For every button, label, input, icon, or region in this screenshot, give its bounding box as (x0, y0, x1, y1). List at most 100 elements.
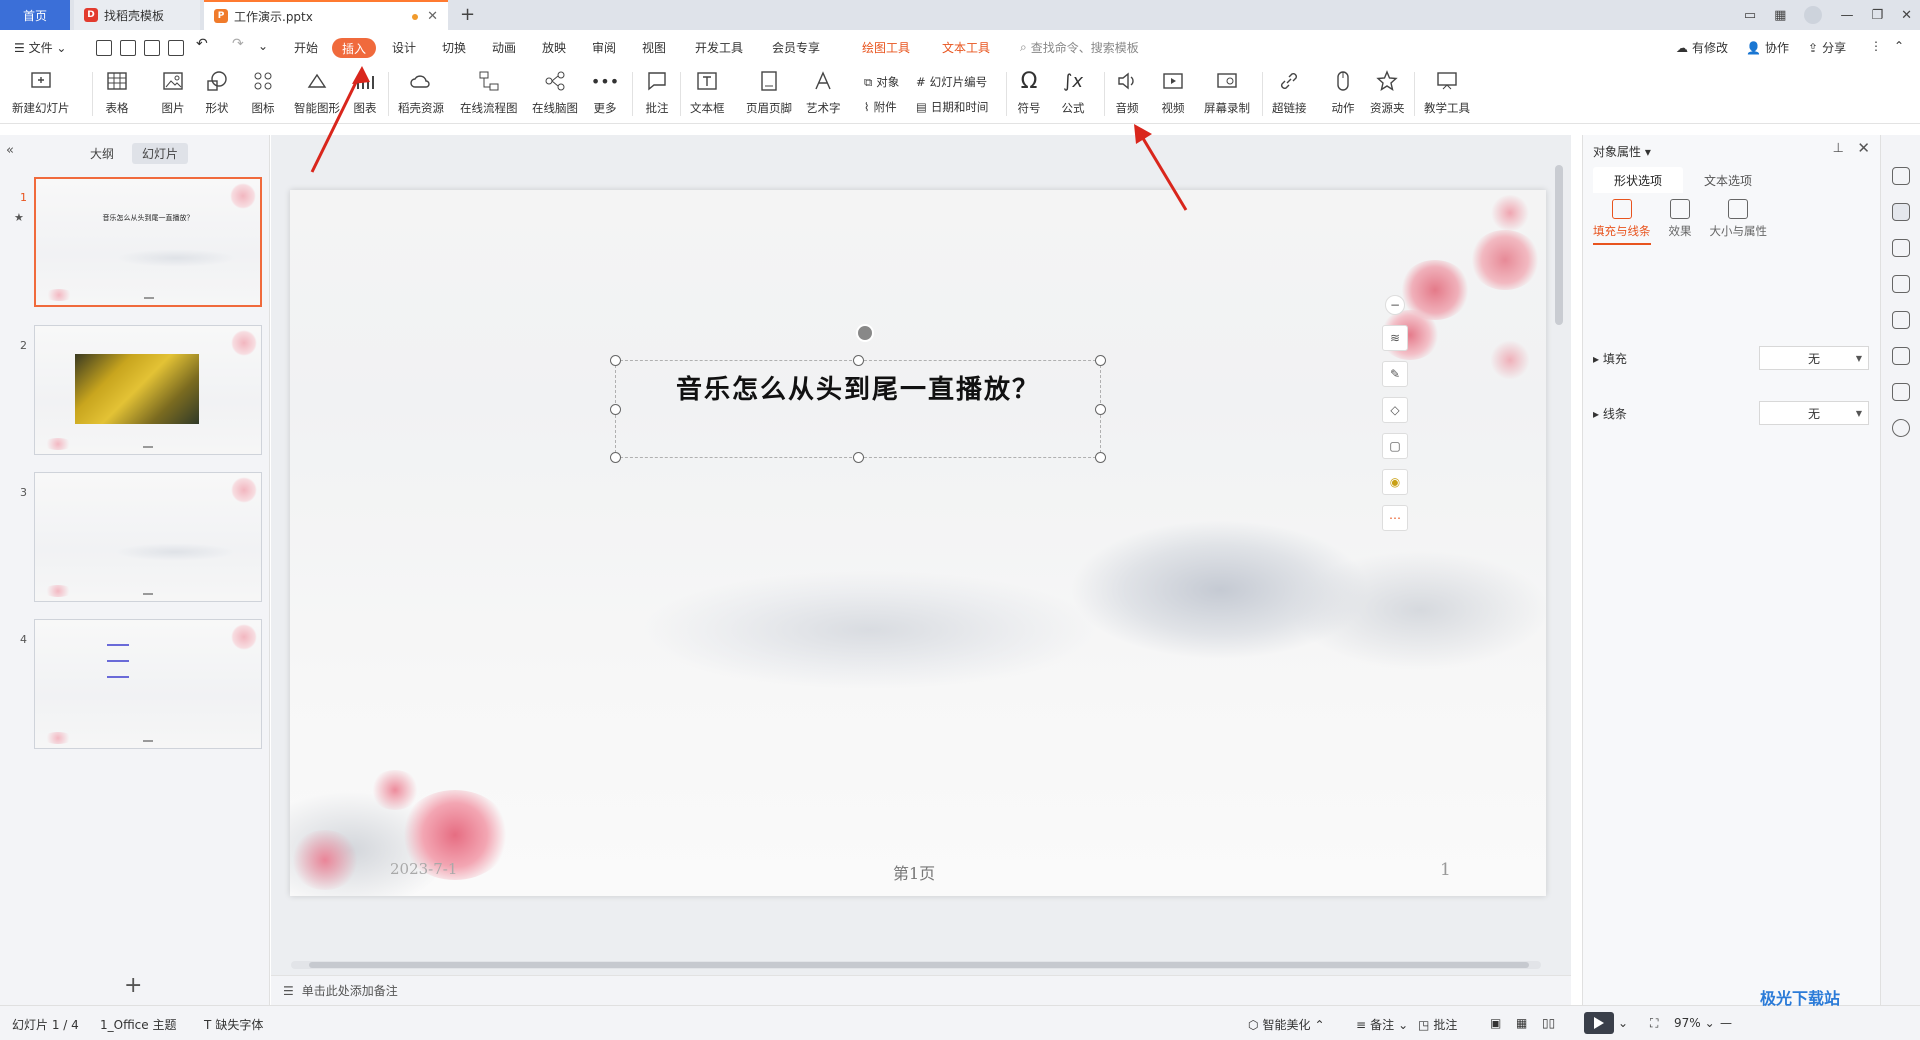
vertical-scroll-thumb[interactable] (1555, 165, 1563, 325)
apps-grid-icon[interactable]: ▦ (1774, 8, 1786, 23)
pin-icon[interactable]: ⊥ (1833, 141, 1844, 156)
normal-view-icon[interactable]: ▣ (1490, 1016, 1501, 1030)
mindmap-button[interactable]: 在线脑图 (532, 68, 578, 116)
wordart-button[interactable]: 艺术字 (806, 68, 841, 116)
command-search[interactable]: ⌕ 查找命令、搜索模板 (1020, 39, 1139, 56)
horizontal-scroll-thumb[interactable] (309, 962, 1529, 968)
textbox-button[interactable]: 文本框 (690, 68, 725, 116)
changes-button[interactable]: ☁ 有修改 (1676, 39, 1728, 56)
new-tab-button[interactable]: + (460, 4, 475, 25)
export-icon[interactable] (120, 40, 136, 56)
icon-library-button[interactable]: 图标 (250, 68, 276, 116)
menu-review[interactable]: 审阅 (592, 39, 616, 56)
collapse-panel-icon[interactable]: « (6, 143, 14, 158)
close-panel-icon[interactable]: ✕ (1857, 139, 1870, 157)
slide-number-button[interactable]: # 幻灯片编号 (916, 74, 987, 90)
slide-1[interactable]: 音乐怎么从头到尾一直播放？ 2023-7-1 第1页 1 (290, 190, 1546, 896)
fill-expander[interactable]: ▸ 填充 (1593, 350, 1627, 367)
help-icon[interactable] (1892, 419, 1910, 437)
rotate-handle[interactable] (856, 324, 874, 342)
menu-design[interactable]: 设计 (392, 39, 416, 56)
line-expander[interactable]: ▸ 线条 (1593, 405, 1627, 422)
menu-slideshow[interactable]: 放映 (542, 39, 566, 56)
sorter-view-icon[interactable]: ▦ (1516, 1016, 1527, 1030)
play-options-icon[interactable]: ⌄ (1618, 1016, 1628, 1030)
resource-folder-button[interactable]: 资源夹 (1370, 68, 1405, 116)
flowchart-button[interactable]: 在线流程图 (460, 68, 518, 116)
fill-select[interactable]: 无 ▼ (1759, 346, 1869, 370)
new-slide-button[interactable]: 新建幻灯片 (12, 68, 70, 116)
collapse-toolbar-icon[interactable]: − (1385, 295, 1405, 315)
slide-thumbnail-1[interactable]: 音乐怎么从头到尾一直播放？ (34, 177, 262, 307)
menu-drawing-tools[interactable]: 绘图工具 (862, 39, 910, 56)
slide-date[interactable]: 2023-7-1 (390, 860, 457, 878)
formula-button[interactable]: ∫x 公式 (1060, 68, 1086, 116)
slide-thumbnail-4[interactable] (34, 619, 262, 749)
zoom-out-icon[interactable]: — (1720, 1016, 1732, 1030)
smart-beautify-button[interactable]: ⬡ 智能美化 ⌃ (1248, 1016, 1325, 1033)
location-icon[interactable] (1892, 347, 1910, 365)
object-button[interactable]: ⧉ 对象 (864, 74, 899, 90)
attachment-button[interactable]: ⌇ 附件 (864, 99, 897, 115)
resize-handle[interactable] (1095, 452, 1106, 463)
redo-icon[interactable]: ↷ (232, 36, 244, 52)
tab-home[interactable]: 首页 (0, 0, 70, 30)
collab-button[interactable]: 👤 协作 (1746, 39, 1789, 56)
line-select[interactable]: 无 ▼ (1759, 401, 1869, 425)
minimize-icon[interactable]: — (1840, 8, 1853, 23)
screen-record-button[interactable]: 屏幕录制 (1204, 68, 1250, 116)
slide-number-text[interactable]: 1 (1440, 860, 1451, 880)
shape-button[interactable]: 形状 (204, 68, 230, 116)
menu-start[interactable]: 开始 (294, 39, 318, 56)
fit-window-icon[interactable]: ⛶ (1650, 1016, 1658, 1031)
tab-template[interactable]: D 找稻壳模板 (74, 0, 200, 30)
resize-handle[interactable] (853, 355, 864, 366)
subtab-fill-line[interactable]: 填充与线条 (1593, 199, 1651, 245)
more-options-icon[interactable]: ⋯ (1382, 505, 1408, 531)
tab-outline[interactable]: 大纲 (80, 143, 124, 164)
more-button[interactable]: ••• 更多 (591, 68, 619, 116)
tab-slides[interactable]: 幻灯片 (132, 143, 189, 164)
audio-button[interactable]: 音频 (1114, 68, 1140, 116)
rocket-icon[interactable] (1892, 167, 1910, 185)
slide-title[interactable]: 音乐怎么从头到尾一直播放？ (616, 369, 1100, 406)
resize-handle[interactable] (1095, 355, 1106, 366)
play-slideshow-button[interactable] (1584, 1012, 1614, 1034)
menu-view[interactable]: 视图 (642, 39, 666, 56)
menu-member[interactable]: 会员专享 (772, 39, 820, 56)
undo-icon[interactable]: ↶ (196, 36, 208, 52)
title-textbox[interactable]: 音乐怎么从头到尾一直播放？ (610, 355, 1106, 463)
hyperlink-button[interactable]: 超链接 (1272, 68, 1307, 116)
horizontal-scrollbar[interactable] (291, 961, 1541, 969)
layout-icon[interactable]: ▭ (1744, 8, 1756, 23)
resize-handle[interactable] (1095, 404, 1106, 415)
resize-handle[interactable] (610, 355, 621, 366)
teaching-tools-button[interactable]: 教学工具 (1424, 68, 1470, 116)
panel-title-dropdown[interactable]: 对象属性 ▾ (1593, 143, 1651, 160)
customize-quick-access-icon[interactable]: ⌄ (258, 39, 268, 53)
picture-button[interactable]: 图片 (160, 68, 186, 116)
restore-icon[interactable]: ❐ (1871, 8, 1883, 23)
missing-font-button[interactable]: T 缺失字体 (204, 1016, 263, 1033)
subtab-effects[interactable]: 效果 (1669, 199, 1692, 245)
print-preview-icon[interactable] (168, 40, 184, 56)
pen-icon[interactable]: ✎ (1382, 361, 1408, 387)
save-icon[interactable] (96, 40, 112, 56)
close-window-icon[interactable]: ✕ (1901, 8, 1912, 23)
slide-thumbnail-3[interactable] (34, 472, 262, 602)
book-icon[interactable] (1892, 383, 1910, 401)
table-button[interactable]: 表格 (104, 68, 130, 116)
avatar[interactable] (1804, 6, 1823, 24)
slide-page-label[interactable]: 第1页 (893, 860, 935, 884)
fill-bucket-icon[interactable]: ◇ (1382, 397, 1408, 423)
transition-icon[interactable] (1892, 275, 1910, 293)
zoom-level[interactable]: 97% ⌄ (1674, 1016, 1715, 1030)
smartart-button[interactable]: 智能图形 (294, 68, 340, 116)
comments-toggle-button[interactable]: ◳ 批注 (1418, 1016, 1457, 1033)
reading-view-icon[interactable]: ▯▯ (1542, 1016, 1555, 1030)
video-button[interactable]: 视频 (1160, 68, 1186, 116)
menu-text-tools[interactable]: 文本工具 (942, 39, 990, 56)
file-menu[interactable]: ☰ 文件 ⌄ (14, 39, 66, 56)
close-tab-icon[interactable]: ✕ (427, 9, 438, 24)
tab-shape-options[interactable]: 形状选项 (1593, 167, 1683, 193)
